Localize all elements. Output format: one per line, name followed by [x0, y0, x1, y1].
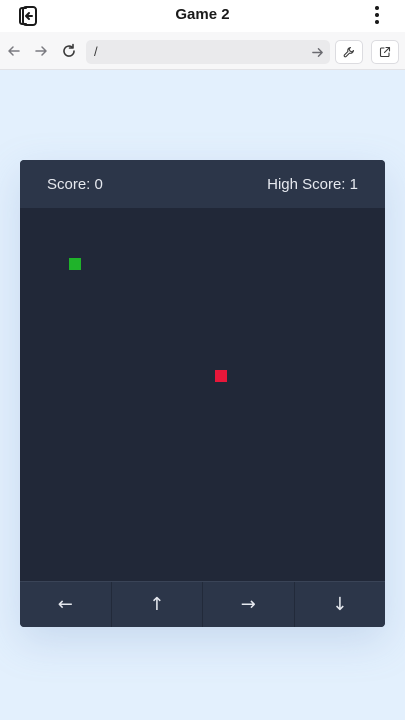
forward-button[interactable]: [31, 41, 51, 61]
browser-toolbar: /: [0, 32, 405, 70]
direction-controls: ← ↑ → ↓: [20, 581, 385, 627]
high-score-display: High Score: 1: [267, 176, 358, 193]
app-title: Game 2: [175, 6, 230, 23]
up-button[interactable]: ↑: [112, 582, 203, 627]
arrow-left-icon: [8, 46, 20, 56]
app-bar: Game 2: [0, 0, 405, 32]
game-container: Score: 0 High Score: 1 ← ↑ → ↓: [20, 160, 385, 627]
go-button[interactable]: [308, 43, 326, 61]
snake-segment: [69, 258, 81, 270]
reload-button[interactable]: [59, 41, 79, 61]
open-external-button[interactable]: [371, 40, 399, 64]
food-item: [215, 370, 227, 382]
wrench-icon: [343, 46, 355, 58]
right-button[interactable]: →: [203, 582, 295, 627]
game-board[interactable]: [20, 208, 385, 581]
more-vertical-icon: [375, 6, 379, 24]
reload-icon: [63, 43, 75, 57]
external-link-icon: [379, 46, 391, 58]
left-button[interactable]: ←: [20, 582, 112, 627]
score-display: Score: 0: [47, 176, 103, 193]
url-text: /: [94, 44, 98, 59]
url-bar[interactable]: /: [86, 40, 330, 64]
more-options-button[interactable]: [365, 3, 389, 27]
arrow-right-icon: [35, 46, 47, 56]
devtools-button[interactable]: [335, 40, 363, 64]
score-bar: Score: 0 High Score: 1: [20, 160, 385, 208]
back-button[interactable]: [4, 41, 24, 61]
down-button[interactable]: ↓: [295, 582, 386, 627]
arrow-right-icon: [311, 47, 323, 57]
